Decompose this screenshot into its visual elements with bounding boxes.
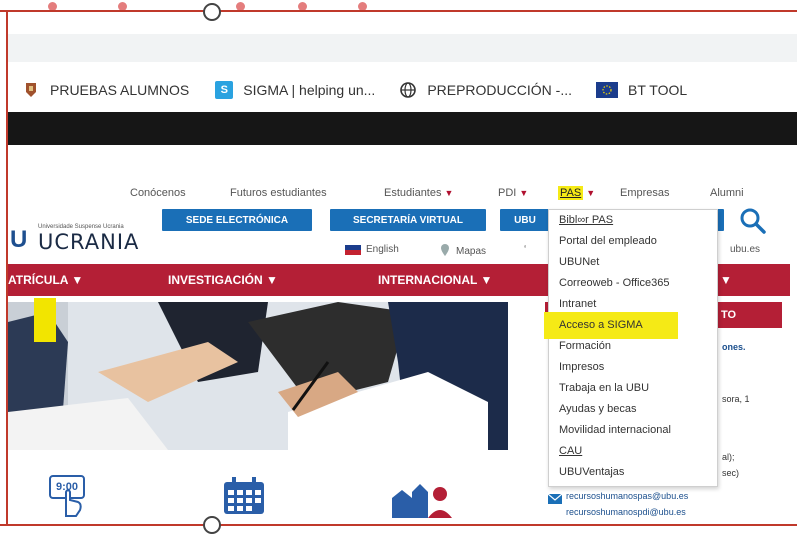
bookmark-label: PRUEBAS ALUMNOS	[50, 82, 190, 98]
uk-flag-icon	[345, 244, 361, 255]
map-pin-icon	[440, 244, 450, 259]
menu-item-portal-empleado[interactable]: Portal del empleado	[559, 235, 657, 247]
shield-icon	[22, 81, 40, 99]
bookmark-sigma[interactable]: S SIGMA | helping un...	[215, 81, 375, 99]
nav-internacional[interactable]: INTERNACIONAL ▼	[378, 273, 492, 287]
nav-label: ATRÍCULA	[8, 273, 68, 287]
highlight-marker	[34, 298, 56, 342]
nav-alumni[interactable]: Alumni	[710, 187, 744, 199]
nav-empresas[interactable]: Empresas	[620, 187, 670, 199]
caret-down-icon: ▼	[586, 188, 596, 198]
nav-pdi[interactable]: PDI ▼	[498, 187, 528, 199]
email-link[interactable]: ubu.es	[730, 244, 760, 255]
ubu-button[interactable]: UBU	[500, 209, 550, 231]
bookmark-label: BT TOOL	[628, 82, 688, 98]
email-pas-link[interactable]: recursoshumanospas@ubu.es	[566, 491, 688, 501]
nav-label: Estudiantes	[384, 187, 442, 199]
caret-down-icon: ▼	[519, 188, 529, 198]
menu-item-cau[interactable]: CAU	[559, 445, 582, 457]
nav-label: PDI	[498, 187, 517, 199]
eu-flag-icon	[596, 82, 618, 98]
search-icon[interactable]	[738, 206, 768, 236]
selection-frame-bottom	[0, 524, 797, 526]
nav-label: INTERNACIONAL	[378, 273, 478, 287]
bookmark-bt-tool[interactable]: BT TOOL	[596, 82, 687, 98]
menu-item-formacion[interactable]: Formación	[559, 340, 611, 352]
menu-item-correoweb[interactable]: Correoweb - Office365	[559, 277, 669, 289]
menu-item-ubuventajas[interactable]: UBUVentajas	[559, 466, 624, 478]
time-label: 9:00	[56, 481, 79, 493]
email-pdi-link[interactable]: recursoshumanospdi@ubu.es	[566, 507, 686, 517]
address-bar[interactable]	[8, 34, 797, 62]
logo-wordmark[interactable]: UCRANIA	[38, 230, 139, 254]
selection-frame-top	[0, 10, 797, 12]
resize-handle-top[interactable]	[203, 3, 221, 21]
nav-estudiantes[interactable]: Estudiantes ▼	[384, 187, 453, 199]
bookmark-label: SIGMA | helping un...	[243, 82, 376, 98]
menu-item-trabaja-ubu[interactable]: Trabaja en la UBU	[559, 382, 649, 394]
bookmark-label: PREPRODUCCIÓN -...	[427, 82, 572, 98]
mapas-label: Mapas	[456, 246, 487, 257]
nav-label: INVESTIGACIÓN	[168, 273, 263, 287]
phone-icon: ‘	[524, 244, 527, 255]
caret-down-icon: ▼	[444, 188, 454, 198]
nav-conocenos[interactable]: Conócenos	[130, 187, 186, 199]
menu-item-biblioteca-pas[interactable]: Bibl∞r PAS	[559, 214, 613, 226]
email-label: ubu.es	[730, 244, 761, 255]
clock-touch-icon[interactable]: 9:00	[48, 474, 92, 523]
bookmark-preproduccion[interactable]: PREPRODUCCIÓN -...	[399, 81, 572, 99]
nav-pas[interactable]: PAS ▼	[558, 186, 596, 200]
menu-item-intranet[interactable]: Intranet	[559, 298, 596, 310]
resize-handle-bottom[interactable]	[203, 516, 221, 534]
phone-link[interactable]: ‘	[524, 244, 526, 255]
language-label: English	[366, 244, 399, 255]
logo-mark[interactable]: U	[10, 226, 27, 254]
menu-item-ayudas-becas[interactable]: Ayudas y becas	[559, 403, 636, 415]
menu-item-movilidad[interactable]: Movilidad internacional	[559, 424, 671, 436]
secretaria-virtual-button[interactable]: SECRETARÍA VIRTUAL	[330, 209, 486, 231]
nav-futuros-estudiantes[interactable]: Futuros estudiantes	[230, 187, 327, 199]
menu-item-impresos[interactable]: Impresos	[559, 361, 604, 373]
bookmarks-bar: PRUEBAS ALUMNOS S SIGMA | helping un... …	[8, 72, 797, 108]
nav-label: PAS	[558, 186, 584, 200]
mapas-link[interactable]: Mapas	[440, 244, 486, 259]
menu-item-ubunet[interactable]: UBUNet	[559, 256, 599, 268]
nav-investigacion[interactable]: INVESTIGACIÓN ▼	[168, 273, 278, 287]
panel-header-text: TO	[721, 309, 737, 321]
globe-icon	[399, 81, 417, 99]
s-badge-icon: S	[215, 81, 234, 99]
nav-more[interactable]: ▼	[720, 273, 732, 287]
page-header-bar	[8, 112, 797, 145]
people-campus-icon[interactable]	[388, 476, 460, 525]
selection-frame-left	[6, 10, 8, 526]
email-icon	[547, 491, 563, 509]
panel-text-fragment: al);	[722, 452, 735, 462]
panel-text-fragment[interactable]: ones.	[722, 342, 746, 352]
hero-image	[8, 302, 508, 450]
tab-strip	[8, 0, 797, 11]
sede-electronica-button[interactable]: SEDE ELECTRÓNICA	[162, 209, 312, 231]
menu-item-acceso-sigma[interactable]: Acceso a SIGMA	[559, 319, 643, 331]
language-link[interactable]: English	[345, 244, 399, 255]
panel-text-fragment: sora, 1	[722, 394, 750, 404]
nav-matricula[interactable]: ATRÍCULA ▼	[8, 273, 83, 287]
panel-text-fragment: sec)	[722, 468, 740, 478]
bookmark-pruebas-alumnos[interactable]: PRUEBAS ALUMNOS	[22, 81, 189, 99]
calendar-icon[interactable]	[222, 476, 266, 521]
